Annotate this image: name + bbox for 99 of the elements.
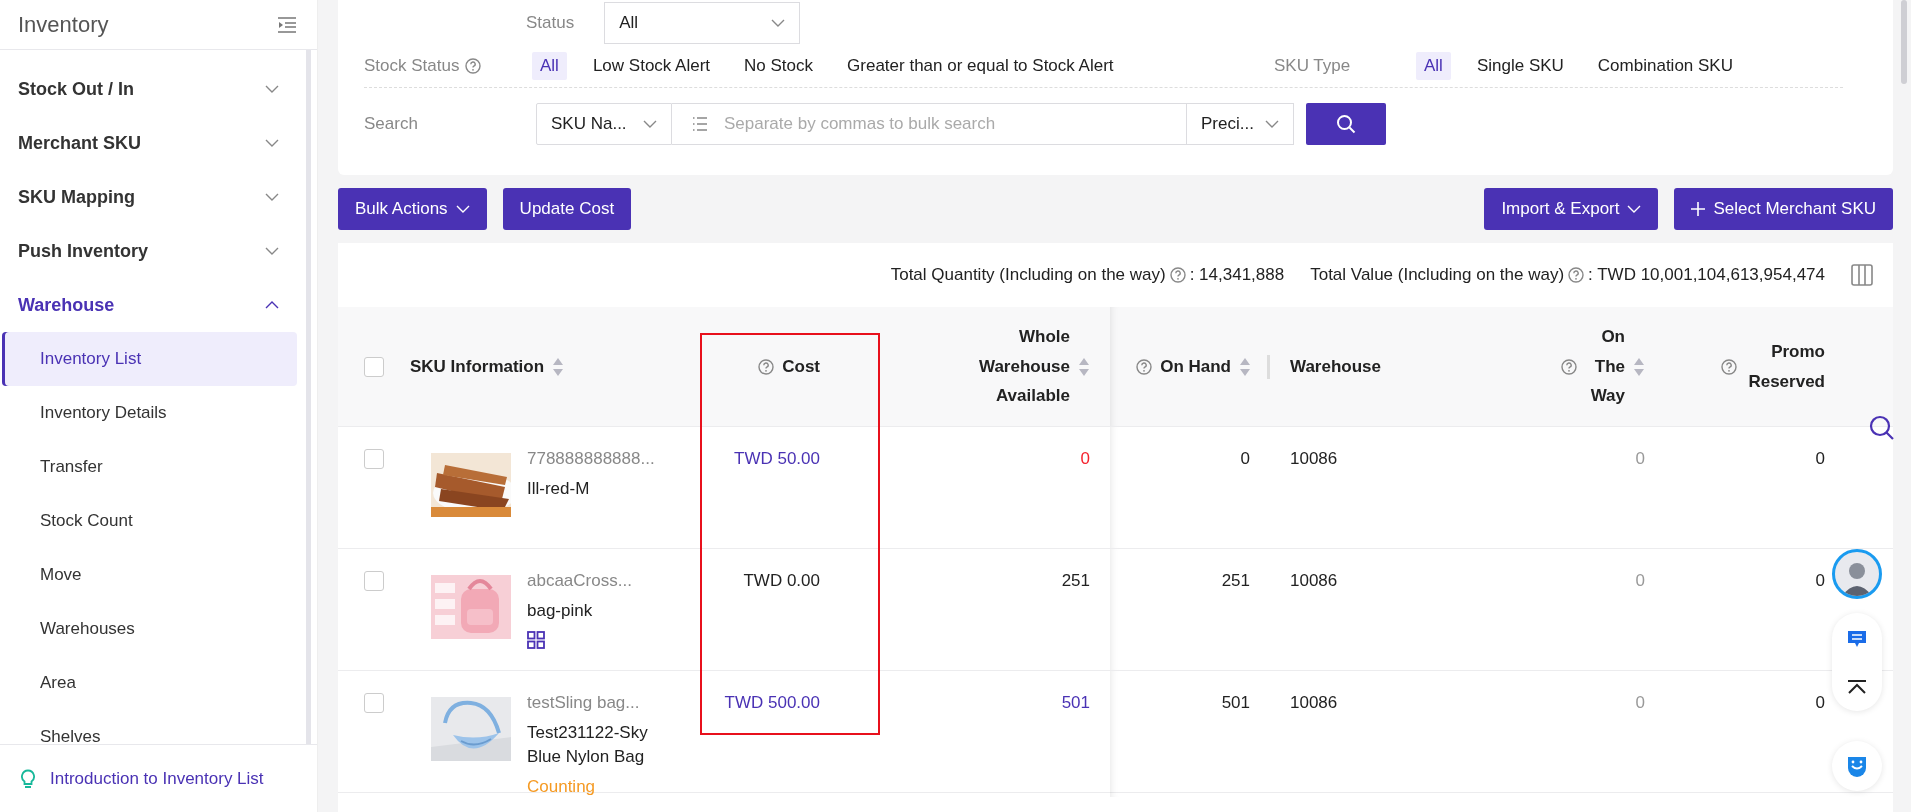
table-cell: TWD 0.00: [743, 571, 820, 591]
column-header[interactable]: SKU Information: [410, 351, 545, 382]
sku-code: 778888888888...: [527, 449, 656, 469]
column-header: Cost: [782, 355, 820, 378]
total-label: Total Quantity (Including on the way): [890, 265, 1166, 285]
select-all-checkbox[interactable]: [364, 356, 384, 377]
sidebar-group[interactable]: Warehouse: [2, 278, 297, 332]
table-cell: TWD 50.00: [734, 449, 820, 469]
row-checkbox[interactable]: [364, 693, 384, 713]
filter-option[interactable]: Single SKU: [1468, 51, 1572, 80]
sidebar-item[interactable]: Inventory Details: [2, 386, 297, 440]
sidebar-item[interactable]: Shelves: [2, 710, 297, 744]
filter-option[interactable]: All: [532, 51, 567, 80]
search-icon: [1336, 114, 1356, 134]
filter-option[interactable]: Low Stock Alert: [584, 51, 719, 80]
help-icon: [1568, 267, 1585, 283]
table-cell: 0: [1815, 449, 1825, 469]
table-cell: 10086: [1290, 693, 1338, 713]
search-icon[interactable]: [1869, 415, 1895, 441]
sidebar-item[interactable]: Move: [2, 548, 297, 602]
table-cell: 0: [1815, 693, 1825, 713]
dropdown-button[interactable]: Bulk Actions: [338, 188, 487, 230]
sidebar-group[interactable]: Stock Out / In: [2, 62, 297, 116]
sidebar-item[interactable]: Warehouses: [2, 602, 297, 656]
sku-code: testSling bag...: [527, 693, 641, 713]
chevron-icon: [643, 120, 657, 128]
search-field-select[interactable]: SKU Na...: [536, 103, 672, 145]
total-value: : TWD 10,001,104,613,954,474: [1588, 265, 1825, 285]
grid-icon[interactable]: [527, 630, 545, 649]
filter-label: SKU Type: [1274, 55, 1351, 76]
sidebar-item[interactable]: Stock Count: [2, 494, 297, 548]
sku-name: Ill-red-M: [527, 478, 591, 500]
filter-option[interactable]: All: [1416, 51, 1451, 80]
filter-label: Status: [526, 13, 575, 33]
search-input[interactable]: Separate by commas to bulk search: [722, 113, 1182, 135]
chevron-icon: [455, 205, 470, 213]
filter-label: Stock Status: [364, 55, 460, 76]
status-select[interactable]: All: [604, 2, 801, 44]
total-value: : 14,341,888: [1189, 265, 1285, 285]
sidebar-group[interactable]: Merchant SKU: [2, 116, 297, 170]
sidebar-group[interactable]: SKU Mapping: [2, 170, 297, 224]
list-icon: [692, 117, 708, 131]
sidebar-item[interactable]: Inventory List: [2, 332, 297, 386]
sidebar-item[interactable]: Transfer: [2, 440, 297, 494]
table-cell: 0: [1635, 571, 1645, 591]
chevron-icon: [265, 85, 279, 93]
total-label: Total Value (Including on the way): [1310, 265, 1565, 285]
column-header[interactable]: Whole Warehouse Available: [930, 321, 1070, 412]
table-cell: 501: [1221, 693, 1250, 713]
table-cell: 0: [1240, 449, 1250, 469]
row-checkbox[interactable]: [364, 449, 384, 469]
chevron-icon: [771, 19, 786, 27]
filter-option[interactable]: Greater than or equal to Stock Alert: [839, 51, 1122, 80]
table-cell: 0: [1635, 693, 1645, 713]
filter-label: Search: [364, 114, 419, 134]
action-button[interactable]: Select Merchant SKU: [1674, 188, 1893, 230]
search-input[interactable]: Separate by commas to bulk search: [672, 103, 1186, 145]
help-icon: [465, 57, 482, 74]
sidebar-group[interactable]: Push Inventory: [2, 224, 297, 278]
chevron-icon: [265, 301, 279, 309]
smiley-icon: [1845, 754, 1869, 778]
row-checkbox[interactable]: [364, 571, 384, 591]
table-cell: 10086: [1290, 571, 1338, 591]
filter-option[interactable]: Combination SKU: [1589, 51, 1741, 80]
status-text: Counting: [527, 776, 597, 797]
chevron-icon: [1627, 205, 1642, 213]
action-button[interactable]: Update Cost: [502, 188, 632, 230]
scrollbar-thumb[interactable]: [1901, 0, 1907, 84]
table-cell: TWD 500.00: [724, 693, 820, 713]
sidebar-title: Inventory: [18, 11, 109, 38]
sku-code: abcaaCross...: [527, 571, 633, 591]
help-icon: [1169, 267, 1186, 283]
column-header: Warehouse: [1290, 355, 1381, 378]
column-header: Promo Reserved: [1747, 340, 1825, 393]
search-button[interactable]: [1306, 103, 1386, 145]
filter-option[interactable]: No Stock: [736, 51, 822, 80]
chevron-icon: [265, 247, 279, 255]
table-cell: 10086: [1290, 449, 1338, 469]
table-cell: 0: [1080, 449, 1090, 469]
column-header[interactable]: On Hand: [1160, 351, 1231, 382]
match-select[interactable]: Preci...: [1186, 103, 1294, 145]
table-cell: 501: [1061, 693, 1090, 713]
sku-name: bag-pink: [527, 600, 594, 622]
sidebar-item[interactable]: Area: [2, 656, 297, 710]
chevron-icon: [265, 193, 279, 201]
plus-icon: [1691, 202, 1706, 216]
column-header[interactable]: On The Way: [1585, 321, 1625, 412]
table-cell: 0: [1635, 449, 1645, 469]
table-cell: 0: [1815, 571, 1825, 591]
lightbulb-icon: [20, 768, 36, 789]
chevron-icon: [1265, 120, 1279, 128]
columns-icon[interactable]: [1851, 264, 1873, 286]
sku-name: Test231122-Sky Blue Nylon Bag: [527, 722, 649, 768]
table-cell: 251: [1221, 571, 1250, 591]
table-cell: 251: [1061, 571, 1090, 591]
guide-link[interactable]: Introduction to Inventory List: [50, 768, 264, 789]
collapse-menu-icon[interactable]: [277, 16, 297, 33]
dropdown-button[interactable]: Import & Export: [1484, 188, 1659, 230]
chevron-icon: [265, 139, 279, 147]
